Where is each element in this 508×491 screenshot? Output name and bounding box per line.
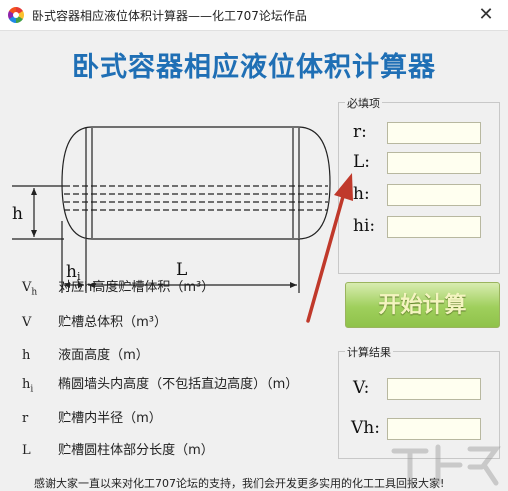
footer-thanks-text: 感谢大家一直以来对化工707论坛的支持，我们会开发更多实用的化工工具回报大家! [34, 477, 445, 490]
hi-input[interactable] [387, 216, 481, 238]
red-arrow-annotation [306, 173, 353, 323]
L-label: L: [353, 152, 371, 172]
legend-symbol: V [22, 315, 32, 330]
legend-symbol: L [22, 443, 31, 458]
window-title: 卧式容器相应液位体积计算器——化工707论坛作品 [32, 9, 307, 23]
watermark-logo [391, 444, 501, 486]
legend-row: Vh 对应h高度贮槽体积（m³） [22, 276, 214, 298]
L-dim-arrow-right [290, 282, 297, 288]
tank-diagram: h hi L [12, 126, 331, 293]
app-logo-icon [8, 7, 24, 23]
window-titlebar: 卧式容器相应液位体积计算器——化工707论坛作品 ✕ [0, 0, 508, 30]
page-title: 卧式容器相应液位体积计算器 [72, 52, 436, 83]
app-client-area: 卧式容器相应液位体积计算器 h hi L Vh 对应h高度贮槽体积（m³） V … [0, 30, 508, 491]
h-dim-arrow-bottom [31, 230, 37, 237]
legend-text: 对应h高度贮槽体积（m³） [58, 280, 215, 295]
V-output[interactable] [387, 378, 481, 400]
watermark-stroke [391, 448, 429, 486]
legend-row: hi 椭圆墙头内高度（不包括直边高度）（m） [22, 373, 298, 395]
legend-text: 贮槽圆柱体部分长度（m） [58, 443, 214, 458]
start-calculate-button[interactable]: 开始计算 [345, 282, 500, 328]
legend-row: h 液面高度（m） [22, 344, 149, 366]
L-input[interactable] [387, 152, 481, 174]
result-group-label: 计算结果 [345, 344, 393, 360]
legend-row: L 贮槽圆柱体部分长度（m） [22, 439, 214, 461]
r-input[interactable] [387, 122, 481, 144]
legend-text: 贮槽内半径（m） [58, 411, 162, 426]
watermark-stroke [435, 444, 463, 486]
arrow-head [334, 173, 353, 201]
close-button[interactable]: ✕ [464, 0, 508, 30]
legend-symbol: hi [22, 377, 34, 395]
h-dim-arrow-top [31, 188, 37, 195]
V-label: V: [353, 378, 370, 398]
r-label: r: [353, 122, 367, 142]
legend-symbol: r [22, 411, 29, 426]
legend-row: V 贮槽总体积（m³） [22, 311, 167, 333]
required-fields-group: 必填项 r: L: h: hi: [338, 95, 500, 274]
required-group-label: 必填项 [345, 95, 382, 111]
h-input[interactable] [387, 184, 481, 206]
legend-symbol: Vh [22, 280, 38, 298]
tank-outline [61, 126, 331, 240]
watermark-stroke [467, 446, 501, 486]
legend-text: 液面高度（m） [58, 348, 149, 363]
legend-symbol: h [22, 348, 31, 363]
legend-text: 贮槽总体积（m³） [58, 315, 168, 330]
legend-row: r 贮槽内半径（m） [22, 407, 162, 429]
Vh-label: Vh: [351, 418, 380, 438]
arrow-shaft [306, 191, 346, 323]
h-dim-label: h [12, 204, 23, 224]
legend-text: 椭圆墙头内高度（不包括直边高度）（m） [58, 377, 299, 392]
